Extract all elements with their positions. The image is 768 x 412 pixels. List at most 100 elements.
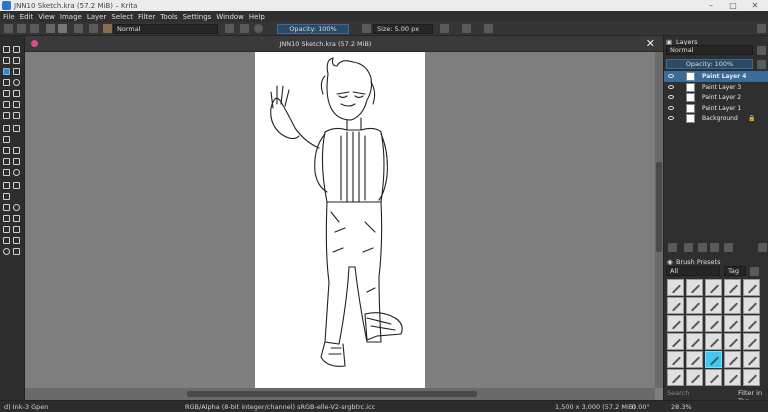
reference-images-tool-icon[interactable] (3, 193, 10, 200)
layer-blend-mode-select[interactable]: Normal (666, 45, 753, 55)
duplicate-layer-icon[interactable] (684, 243, 693, 252)
pattern-selector-icon[interactable] (58, 24, 67, 33)
menu-settings[interactable]: Settings (183, 13, 212, 21)
menu-layer[interactable]: Layer (87, 13, 107, 21)
close-window-button[interactable]: ✕ (744, 0, 766, 11)
brush-preset-item[interactable] (724, 351, 741, 368)
brush-preset-item[interactable] (724, 279, 741, 296)
delete-layer-icon[interactable] (758, 243, 767, 252)
brush-tag-select[interactable]: Tag (724, 266, 746, 276)
brush-editor-icon[interactable] (89, 24, 98, 33)
brush-preset-item[interactable] (705, 333, 722, 350)
ellipse-tool-icon[interactable] (13, 79, 20, 86)
visibility-eye-icon[interactable] (668, 84, 674, 89)
visibility-eye-icon[interactable] (668, 116, 674, 120)
colorize-mask-tool-icon[interactable] (3, 158, 10, 165)
move-tool-icon[interactable] (13, 125, 20, 132)
close-document-button[interactable]: ✕ (646, 37, 655, 50)
menu-filter[interactable]: Filter (138, 13, 155, 21)
menu-file[interactable]: File (3, 13, 15, 21)
opacity-slider[interactable]: Opacity: 100% (277, 24, 349, 34)
brush-preset-item[interactable] (667, 369, 684, 386)
freehand-path-tool-icon[interactable] (13, 101, 20, 108)
reload-preset-icon[interactable] (254, 24, 263, 33)
document-tab[interactable]: JNN10 Sketch.kra (57.2 MiB) ✕ (25, 36, 663, 52)
gradient-tool-icon[interactable] (3, 147, 10, 154)
brush-preset-icon[interactable] (74, 24, 83, 33)
layer-row[interactable]: Paint Layer 4 (664, 71, 768, 82)
menu-edit[interactable]: Edit (20, 13, 34, 21)
line-tool-icon[interactable] (13, 68, 20, 75)
eraser-mode-icon[interactable] (225, 24, 234, 33)
layer-row[interactable]: Paint Layer 1 (664, 103, 768, 114)
polyline-tool-icon[interactable] (13, 90, 20, 97)
blend-mode-select[interactable]: Normal (113, 24, 218, 34)
maximize-button[interactable]: □ (722, 0, 744, 11)
gradient-selector-icon[interactable] (46, 24, 55, 33)
menu-tools[interactable]: Tools (160, 13, 177, 21)
pan-tool-icon[interactable] (13, 248, 20, 255)
brush-preset-item[interactable] (743, 279, 760, 296)
move-layer-up-icon[interactable] (710, 243, 719, 252)
vertical-scroll-thumb[interactable] (656, 162, 662, 252)
vertical-scrollbar[interactable] (655, 52, 663, 388)
rectangular-selection-tool-icon[interactable] (3, 204, 10, 211)
contiguous-selection-tool-icon[interactable] (3, 226, 10, 233)
brush-preset-item[interactable] (705, 369, 722, 386)
brush-preset-item[interactable] (667, 315, 684, 332)
layer-row[interactable]: Background 🔒 (664, 113, 768, 124)
visibility-eye-icon[interactable] (668, 105, 674, 110)
brush-preset-item[interactable] (667, 297, 684, 314)
polygon-tool-icon[interactable] (3, 90, 10, 97)
brush-preset-item[interactable] (724, 315, 741, 332)
select-shapes-tool-icon[interactable] (3, 46, 10, 53)
brush-preset-item[interactable] (743, 351, 760, 368)
menu-image[interactable]: Image (60, 13, 82, 21)
document-canvas[interactable] (255, 52, 425, 392)
freehand-brush-tool-icon[interactable] (3, 68, 10, 75)
brush-search-input[interactable]: Search (667, 389, 689, 397)
edit-shapes-tool-icon[interactable] (3, 57, 10, 64)
new-document-icon[interactable] (4, 24, 13, 33)
brush-preset-item[interactable] (686, 315, 703, 332)
transform-tool-icon[interactable] (3, 136, 10, 143)
menu-view[interactable]: View (38, 13, 55, 21)
brush-preset-item[interactable] (686, 333, 703, 350)
polygonal-selection-tool-icon[interactable] (3, 215, 10, 222)
layer-options-icon[interactable] (757, 60, 766, 69)
layer-filter-icon[interactable] (757, 46, 766, 55)
brush-preset-item[interactable] (705, 279, 722, 296)
layer-opacity-slider[interactable]: Opacity: 100% (666, 59, 753, 69)
brush-preset-item[interactable] (743, 333, 760, 350)
brush-preset-item[interactable] (724, 369, 741, 386)
brush-size-slider[interactable]: Size: 5.00 px (373, 24, 433, 34)
flow-icon[interactable] (362, 24, 371, 33)
brush-view-mode-icon[interactable] (750, 267, 759, 276)
enclose-fill-tool-icon[interactable] (13, 169, 20, 176)
canvas-rotation-field[interactable]: 0.00° (632, 403, 650, 411)
save-document-icon[interactable] (30, 24, 39, 33)
brush-preset-item[interactable] (667, 279, 684, 296)
multibrush-tool-icon[interactable] (13, 112, 20, 119)
preserve-alpha-icon[interactable] (240, 24, 249, 33)
measure-tool-icon[interactable] (13, 182, 20, 189)
visibility-eye-icon[interactable] (668, 95, 674, 99)
lock-icon[interactable]: 🔒 (748, 115, 755, 122)
add-layer-icon[interactable] (668, 243, 677, 252)
menu-help[interactable]: Help (249, 13, 265, 21)
crop-tool-icon[interactable] (3, 125, 10, 132)
menu-select[interactable]: Select (111, 13, 133, 21)
assistant-tool-icon[interactable] (3, 182, 10, 189)
zoom-tool-icon[interactable] (3, 248, 10, 255)
brush-preset-item[interactable] (724, 297, 741, 314)
mirror-horizontal-icon[interactable] (440, 24, 449, 33)
color-picker-tool-icon[interactable] (13, 147, 20, 154)
dynamic-brush-tool-icon[interactable] (3, 112, 10, 119)
brush-preset-item[interactable] (705, 315, 722, 332)
visibility-eye-icon[interactable] (668, 74, 674, 78)
rectangle-tool-icon[interactable] (3, 79, 10, 86)
bezier-selection-tool-icon[interactable] (3, 237, 10, 244)
brush-filter-select[interactable]: All (666, 266, 720, 276)
wrap-around-icon[interactable] (484, 24, 493, 33)
brush-preset-item[interactable] (686, 369, 703, 386)
